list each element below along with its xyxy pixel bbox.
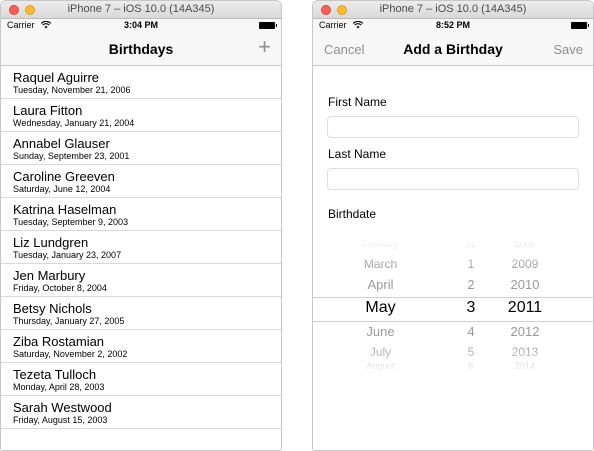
birthday-row[interactable]: Ziba Rostamian Saturday, November 2, 2002 (1, 330, 281, 363)
picker-fade-top (313, 239, 593, 269)
birthday-row[interactable]: Betsy Nichols Thursday, January 27, 2005 (1, 297, 281, 330)
birthday-name: Caroline Greeven (13, 169, 115, 184)
picker-month-item[interactable]: May (333, 299, 428, 317)
birthday-row[interactable]: Raquel Aguirre Tuesday, November 21, 2006 (1, 66, 281, 99)
status-bar: Carrier 8:52 PM (313, 19, 593, 33)
birthday-name: Betsy Nichols (13, 301, 92, 316)
birthday-row[interactable]: Jen Marbury Friday, October 8, 2004 (1, 264, 281, 297)
last-name-field[interactable] (327, 168, 579, 190)
picker-selection-bottom-line (313, 321, 593, 322)
birthday-row[interactable]: Katrina Haselman Tuesday, September 9, 20… (1, 198, 281, 231)
birthday-row[interactable]: Annabel Glauser Sunday, September 23, 200… (1, 132, 281, 165)
last-name-label: Last Name (328, 147, 387, 161)
birthdate-picker[interactable]: FebruaryMarchAprilMayJuneJulyAugust31123… (313, 239, 593, 374)
battery-icon (259, 22, 277, 29)
picker-year-item[interactable]: 2010 (495, 277, 555, 292)
navigation-bar: Birthdays + (1, 33, 281, 66)
birthday-name: Jen Marbury (13, 268, 86, 283)
birthday-date: Tuesday, January 23, 2007 (13, 250, 122, 260)
picker-day-item[interactable]: 4 (451, 324, 491, 339)
birthday-row[interactable]: Liz Lundgren Tuesday, January 23, 2007 (1, 231, 281, 264)
birthday-date: Saturday, November 2, 2002 (13, 349, 128, 359)
birthday-list: Raquel Aguirre Tuesday, November 21, 2006… (1, 66, 281, 429)
birthday-row[interactable]: Sarah Westwood Friday, August 15, 2003 (1, 396, 281, 429)
save-button[interactable]: Save (553, 42, 583, 57)
status-time: 8:52 PM (435, 20, 470, 30)
birthday-date: Wednesday, January 21, 2004 (13, 118, 135, 128)
birthday-name: Sarah Westwood (13, 400, 112, 415)
birthday-date: Tuesday, November 21, 2006 (13, 85, 131, 95)
picker-year-item[interactable]: 2012 (495, 324, 555, 339)
birthday-name: Katrina Haselman (13, 202, 117, 217)
birthday-row[interactable]: Caroline Greeven Saturday, June 12, 2004 (1, 165, 281, 198)
add-birthday-button[interactable]: + (258, 36, 271, 58)
nav-title: Add a Birthday (403, 41, 503, 57)
picker-day-item[interactable]: 3 (451, 299, 491, 317)
birthday-date: Monday, April 28, 2003 (13, 382, 105, 392)
birthday-date: Tuesday, September 9, 2003 (13, 217, 129, 227)
status-bar: Carrier 3:04 PM (1, 19, 281, 33)
window-title: iPhone 7 – iOS 10.0 (14A345) (379, 3, 527, 15)
simulator-window-birthdays: iPhone 7 – iOS 10.0 (14A345) Carrier 3:0… (0, 0, 282, 451)
birthday-date: Saturday, June 12, 2004 (13, 184, 111, 194)
birthday-row[interactable]: Laura Fitton Wednesday, January 21, 2004 (1, 99, 281, 132)
window-titlebar: iPhone 7 – iOS 10.0 (14A345) (1, 1, 281, 19)
birthday-date: Thursday, January 27, 2005 (13, 316, 125, 326)
nav-title: Birthdays (108, 41, 174, 57)
first-name-label: First Name (328, 95, 387, 109)
birthday-row[interactable]: Tezeta Tulloch Monday, April 28, 2003 (1, 363, 281, 396)
birthday-date: Friday, October 8, 2004 (13, 283, 107, 293)
picker-year-item[interactable]: 2011 (495, 299, 555, 317)
battery-icon (571, 22, 589, 29)
status-time: 3:04 PM (123, 20, 158, 30)
birthday-name: Liz Lundgren (13, 235, 89, 250)
birthday-name: Laura Fitton (13, 103, 83, 118)
picker-selection-top-line (313, 297, 593, 298)
birthday-name: Raquel Aguirre (13, 70, 99, 85)
picker-day-item[interactable]: 2 (451, 277, 491, 292)
birthdate-label: Birthdate (328, 207, 377, 221)
window-title: iPhone 7 – iOS 10.0 (14A345) (67, 3, 215, 15)
birthday-name: Tezeta Tulloch (13, 367, 97, 382)
birthday-date: Friday, August 15, 2003 (13, 415, 108, 425)
navigation-bar: Cancel Add a Birthday Save (313, 33, 593, 66)
picker-fade-bottom (313, 344, 593, 374)
simulator-window-add-birthday: iPhone 7 – iOS 10.0 (14A345) Carrier 8:5… (312, 0, 594, 451)
first-name-field[interactable] (327, 116, 579, 138)
birthday-name: Annabel Glauser (13, 136, 110, 151)
birthday-name: Ziba Rostamian (13, 334, 105, 349)
birthday-date: Sunday, September 23, 2001 (13, 151, 130, 161)
picker-month-item[interactable]: April (333, 277, 428, 292)
picker-month-item[interactable]: June (333, 324, 428, 339)
window-titlebar: iPhone 7 – iOS 10.0 (14A345) (313, 1, 593, 19)
